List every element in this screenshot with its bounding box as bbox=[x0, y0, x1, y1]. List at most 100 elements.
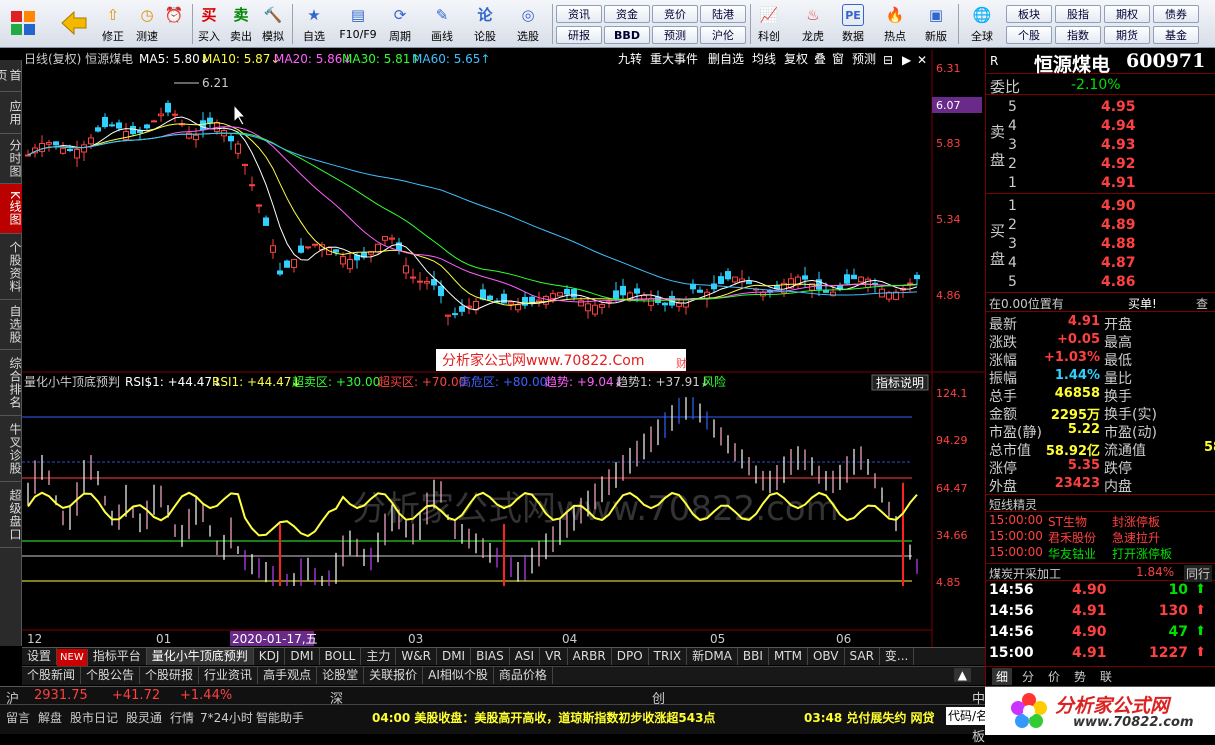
tab-settings[interactable]: 设置 bbox=[22, 648, 58, 665]
sell-button[interactable]: 卖卖出 bbox=[226, 2, 256, 46]
industry-row[interactable]: 煤炭开采加工 1.84% 同行 bbox=[986, 563, 1215, 582]
small-btn-funds[interactable]: 资金 bbox=[604, 5, 650, 23]
tab-wr[interactable]: W&R bbox=[396, 648, 437, 665]
nav-kline[interactable]: K线图 bbox=[0, 184, 22, 234]
watchlist-button[interactable]: ★ 自选 bbox=[296, 2, 332, 46]
buy-order-row[interactable]: 1 4.90 bbox=[1008, 198, 1208, 216]
tab-stock-notice[interactable]: 个股公告 bbox=[81, 667, 141, 684]
tab-asi[interactable]: ASI bbox=[510, 648, 541, 665]
tick-tab-price[interactable]: 价 bbox=[1048, 668, 1060, 685]
right-btn-futures[interactable]: 期货 bbox=[1104, 26, 1150, 44]
tab-vr[interactable]: VR bbox=[540, 648, 568, 665]
nav-watchlist[interactable]: 自选股 bbox=[0, 300, 22, 350]
tab-bbi[interactable]: BBI bbox=[738, 648, 769, 665]
tab-main-force[interactable]: 主力 bbox=[361, 648, 397, 665]
tab-stock-forum[interactable]: 论股堂 bbox=[317, 667, 365, 684]
global-button[interactable]: 🌐 全球 bbox=[964, 2, 1000, 46]
status-assistant[interactable]: 智能助手 bbox=[256, 709, 304, 726]
buy-order-row[interactable]: 3 4.88 bbox=[1008, 236, 1208, 254]
tool-nine-turn[interactable]: 九转 bbox=[618, 51, 642, 66]
discuss-button[interactable]: 论论股 bbox=[468, 2, 502, 46]
small-btn-auction[interactable]: 竞价 bbox=[652, 5, 698, 23]
tab-boll[interactable]: BOLL bbox=[320, 648, 362, 665]
sell-order-row[interactable]: 5 4.95 bbox=[1008, 99, 1208, 117]
data-button[interactable]: PE 数据 bbox=[838, 2, 868, 46]
tool-adjust[interactable]: 复权 bbox=[784, 52, 808, 66]
chart-area[interactable]: 日线(复权) 恒源煤电 MA5: 5.80↓ MA10: 5.87↓ MA20:… bbox=[22, 50, 985, 650]
app-logo-button[interactable] bbox=[6, 2, 40, 46]
nav-super-order[interactable]: 超级盘口 bbox=[0, 482, 22, 548]
tool-window[interactable]: 窗 bbox=[832, 52, 844, 66]
tool-ma[interactable]: 均线 bbox=[752, 52, 776, 66]
tab-quant-bull[interactable]: 量化小牛顶底预判 bbox=[146, 648, 254, 665]
right-btn-bonds[interactable]: 债券 bbox=[1153, 5, 1199, 23]
tab-trix[interactable]: TRIX bbox=[649, 648, 688, 665]
tab-indicator-platform[interactable]: 指标平台 bbox=[88, 648, 147, 665]
status-analysis[interactable]: 解盘 bbox=[38, 709, 62, 726]
small-btn-research[interactable]: 研报 bbox=[556, 26, 602, 44]
tab-industry-news[interactable]: 行业资讯 bbox=[199, 667, 259, 684]
tab-dpo[interactable]: DPO bbox=[612, 648, 649, 665]
chart-canvas[interactable]: 日线(复权) 恒源煤电 MA5: 5.80↓ MA10: 5.87↓ MA20:… bbox=[22, 50, 985, 647]
new-version-button[interactable]: ▣ 新版 bbox=[920, 2, 952, 46]
nav-apps[interactable]: 应用 bbox=[0, 92, 22, 134]
tab-commodity-prices[interactable]: 商品价格 bbox=[494, 667, 553, 684]
small-btn-london[interactable]: 沪伦 bbox=[700, 26, 746, 44]
tab-stock-research[interactable]: 个股研报 bbox=[140, 667, 200, 684]
tab-expert-views[interactable]: 高手观点 bbox=[258, 667, 318, 684]
nav-ranking[interactable]: 综合排名 bbox=[0, 350, 22, 416]
code-input[interactable]: 代码/名称/简 bbox=[946, 707, 986, 725]
buy-order-row[interactable]: 5 4.86 bbox=[1008, 274, 1208, 292]
dragon-tiger-button[interactable]: ♨ 龙虎 bbox=[796, 2, 830, 46]
tab-kdj[interactable]: KDJ bbox=[254, 648, 286, 665]
tick-tab-minute[interactable]: 分 bbox=[1022, 668, 1034, 685]
sell-order-row[interactable]: 4 4.94 bbox=[1008, 118, 1208, 136]
buy-order-row[interactable]: 2 4.89 bbox=[1008, 217, 1208, 235]
tick-tab-trend[interactable]: 势 bbox=[1074, 668, 1086, 685]
status-market[interactable]: 行情 bbox=[170, 709, 194, 726]
tab-related-quotes[interactable]: 关联报价 bbox=[364, 667, 424, 684]
right-btn-stock[interactable]: 个股 bbox=[1006, 26, 1052, 44]
sell-order-row[interactable]: 1 4.91 bbox=[1008, 175, 1208, 193]
tool-overlay[interactable]: 叠 bbox=[814, 52, 826, 66]
small-btn-bbd[interactable]: BBD bbox=[604, 26, 650, 44]
sell-order-row[interactable]: 2 4.92 bbox=[1008, 156, 1208, 174]
expand-up-icon[interactable]: ▲ bbox=[953, 668, 971, 682]
right-btn-options[interactable]: 期权 bbox=[1104, 5, 1150, 23]
sell-order-row[interactable]: 3 4.93 bbox=[1008, 137, 1208, 155]
industry-peer-button[interactable]: 同行 bbox=[1184, 565, 1213, 582]
tab-bias[interactable]: BIAS bbox=[471, 648, 510, 665]
buy-order-row[interactable]: 4 4.87 bbox=[1008, 255, 1208, 273]
tool-arrow-icon[interactable]: ▶ bbox=[902, 53, 912, 67]
tool-lock-icon[interactable]: ⊟ bbox=[883, 53, 893, 67]
tab-mtm[interactable]: MTM bbox=[769, 648, 808, 665]
tab-obv[interactable]: OBV bbox=[808, 648, 845, 665]
speed-clock-button[interactable]: ⏰ bbox=[158, 2, 190, 46]
tab-dmi[interactable]: DMI bbox=[285, 648, 320, 665]
tab-sar[interactable]: SAR bbox=[845, 648, 880, 665]
stock-pick-button[interactable]: ◎ 选股 bbox=[508, 2, 548, 46]
tab-stock-news[interactable]: 个股新闻 bbox=[22, 667, 82, 684]
check-button[interactable]: 查 bbox=[1196, 295, 1208, 312]
back-button[interactable] bbox=[56, 2, 92, 46]
revise-button[interactable]: ⇧ 修正 bbox=[96, 2, 130, 46]
tick-tab-link[interactable]: 联 bbox=[1100, 668, 1112, 685]
right-btn-sector[interactable]: 板块 bbox=[1006, 5, 1052, 23]
tool-remove-watch[interactable]: 删自选 bbox=[708, 52, 744, 66]
f10-button[interactable]: ▤ F10/F9 bbox=[336, 2, 380, 46]
right-btn-funds[interactable]: 基金 bbox=[1153, 26, 1199, 44]
nav-home[interactable]: 首页 bbox=[0, 60, 22, 92]
news-ticker-1[interactable]: 04:00 美股收盘：美股高开高收，道琼斯指数初步收涨超543点 bbox=[372, 709, 715, 726]
nav-stock-profile[interactable]: 个股资料 bbox=[0, 234, 22, 300]
small-btn-forecast[interactable]: 预测 bbox=[652, 26, 698, 44]
buy-button[interactable]: 买买入 bbox=[194, 2, 224, 46]
status-diary[interactable]: 股市日记 bbox=[70, 709, 118, 726]
period-button[interactable]: ⟳ 周期 bbox=[382, 2, 418, 46]
status-guling[interactable]: 股灵通 bbox=[126, 709, 162, 726]
tab-more[interactable]: 变... bbox=[880, 648, 915, 665]
tab-arbr[interactable]: ARBR bbox=[568, 648, 612, 665]
tab-ai-similar[interactable]: AI相似个股 bbox=[423, 667, 494, 684]
status-24h[interactable]: 7*24小时 bbox=[200, 709, 253, 726]
status-message[interactable]: 留言 bbox=[6, 709, 30, 726]
elf-item[interactable]: 15:00:00 君禾股份 急速拉升 bbox=[986, 529, 1215, 545]
